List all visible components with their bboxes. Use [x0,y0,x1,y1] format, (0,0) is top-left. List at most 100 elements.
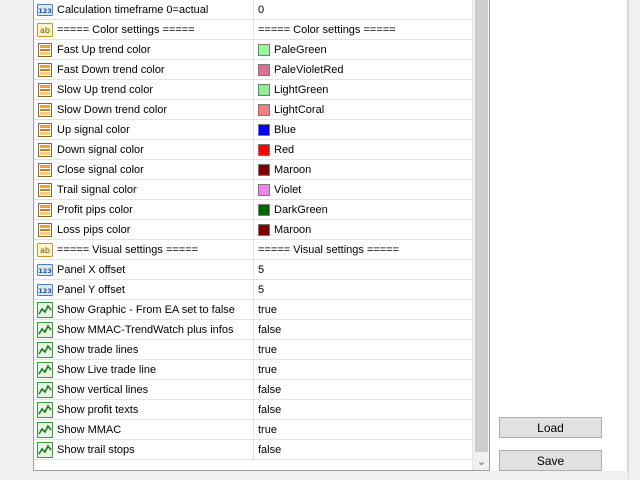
table-row[interactable]: Trail signal color Violet [34,180,472,200]
parameter-value-cell[interactable]: Blue [255,120,472,140]
table-row[interactable]: Slow Up trend color LightGreen [34,80,472,100]
integer-123-icon: 123 [37,262,53,278]
table-row[interactable]: Slow Down trend color LightCoral [34,100,472,120]
parameter-name-cell: Slow Up trend color [34,80,254,100]
color-palette-icon [37,142,53,158]
color-palette-icon [37,62,53,78]
parameter-name-cell: Show MMAC-TrendWatch plus infos [34,320,254,340]
color-palette-icon [37,182,53,198]
parameter-value: Red [274,144,295,156]
table-row[interactable]: Show MMAC true [34,420,472,440]
parameter-value: DarkGreen [274,204,328,216]
right-panel: Load Save [490,0,628,480]
color-palette-icon [37,202,53,218]
parameter-value-cell[interactable]: LightCoral [255,100,472,120]
parameter-value-cell[interactable]: true [255,360,472,380]
parameter-name: Show trade lines [57,344,139,356]
parameter-value-cell[interactable]: Violet [255,180,472,200]
parameter-value-cell[interactable]: Maroon [255,160,472,180]
color-swatch [258,44,270,56]
scroll-down-arrow-icon[interactable]: ⌄ [473,453,489,470]
parameter-name: Loss pips color [57,224,131,236]
parameter-name: Profit pips color [57,204,133,216]
color-palette-icon [37,122,53,138]
parameter-name: Up signal color [57,124,130,136]
parameter-value-cell[interactable]: false [255,400,472,420]
parameter-value: LightGreen [274,84,329,96]
parameter-name-cell: Loss pips color [34,220,254,240]
parameter-name: Slow Down trend color [57,104,168,116]
parameter-value-cell[interactable]: 5 [255,280,472,300]
table-row[interactable]: Show MMAC-TrendWatch plus infos false [34,320,472,340]
parameter-name: Panel Y offset [57,284,125,296]
color-palette-icon [37,162,53,178]
inputs-rows: 123 Calculation timeframe 0=actual 0 ab ====… [34,0,472,460]
parameter-value-cell[interactable]: true [255,420,472,440]
parameter-name: Calculation timeframe 0=actual [57,4,209,16]
table-row[interactable]: Show Live trade line true [34,360,472,380]
table-row[interactable]: ab ===== Visual settings ===== ===== Visua… [34,240,472,260]
table-row[interactable]: 123 Panel Y offset 5 [34,280,472,300]
table-row[interactable]: Fast Down trend color PaleVioletRed [34,60,472,80]
parameter-value: ===== Color settings ===== [258,24,396,36]
parameter-name-cell: Show trade lines [34,340,254,360]
parameter-value-cell[interactable]: true [255,340,472,360]
table-row[interactable]: Show trade lines true [34,340,472,360]
parameter-value-cell[interactable]: false [255,380,472,400]
parameter-value-cell[interactable]: Red [255,140,472,160]
table-row[interactable]: Loss pips color Maroon [34,220,472,240]
scroll-thumb[interactable] [475,0,488,452]
integer-123-icon: 123 [37,2,53,18]
parameter-value-cell[interactable]: 0 [255,0,472,20]
boolean-chart-icon [37,362,53,378]
parameter-value-cell[interactable]: DarkGreen [255,200,472,220]
table-row[interactable]: Show profit texts false [34,400,472,420]
string-ab-icon: ab [37,22,53,38]
parameter-value-cell[interactable]: false [255,320,472,340]
parameter-value-cell[interactable]: ===== Color settings ===== [255,20,472,40]
parameter-name: Fast Down trend color [57,64,165,76]
table-row[interactable]: ab ===== Color settings ===== ===== Color … [34,20,472,40]
table-row[interactable]: Up signal color Blue [34,120,472,140]
color-swatch [258,104,270,116]
parameter-value: true [258,424,277,436]
parameter-name-cell: Fast Down trend color [34,60,254,80]
save-button[interactable]: Save [499,450,602,471]
parameter-name-cell: 123 Panel X offset [34,260,254,280]
parameter-value-cell[interactable]: true [255,300,472,320]
table-row[interactable]: Profit pips color DarkGreen [34,200,472,220]
table-row[interactable]: Show vertical lines false [34,380,472,400]
parameter-name-cell: 123 Calculation timeframe 0=actual [34,0,254,20]
parameter-name: Trail signal color [57,184,137,196]
integer-123-icon: 123 [37,282,53,298]
load-button[interactable]: Load [499,417,602,438]
parameter-value-cell[interactable]: Maroon [255,220,472,240]
parameter-value: true [258,344,277,356]
parameter-name-cell: Show vertical lines [34,380,254,400]
parameter-value: true [258,304,277,316]
color-swatch [258,164,270,176]
table-row[interactable]: Fast Up trend color PaleGreen [34,40,472,60]
right-panel-area [490,0,628,471]
vertical-scrollbar[interactable]: ⌄ [472,0,489,470]
color-palette-icon [37,102,53,118]
svg-text:123: 123 [38,7,52,15]
parameter-value: false [258,404,282,416]
parameter-value-cell[interactable]: 5 [255,260,472,280]
table-row[interactable]: Close signal color Maroon [34,160,472,180]
parameter-value-cell[interactable]: false [255,440,472,460]
parameter-value-cell[interactable]: LightGreen [255,80,472,100]
table-row[interactable]: 123 Panel X offset 5 [34,260,472,280]
svg-text:ab: ab [40,26,50,35]
parameter-name: Fast Up trend color [57,44,151,56]
table-row[interactable]: Down signal color Red [34,140,472,160]
parameter-value-cell[interactable]: PaleGreen [255,40,472,60]
parameter-value-cell[interactable]: PaleVioletRed [255,60,472,80]
parameter-value: true [258,364,277,376]
table-row[interactable]: Show trail stops false [34,440,472,460]
table-row[interactable]: Show Graphic - From EA set to false true [34,300,472,320]
parameter-name: Panel X offset [57,264,126,276]
parameter-value-cell[interactable]: ===== Visual settings ===== [255,240,472,260]
boolean-chart-icon [37,442,53,458]
table-row[interactable]: 123 Calculation timeframe 0=actual 0 [34,0,472,20]
